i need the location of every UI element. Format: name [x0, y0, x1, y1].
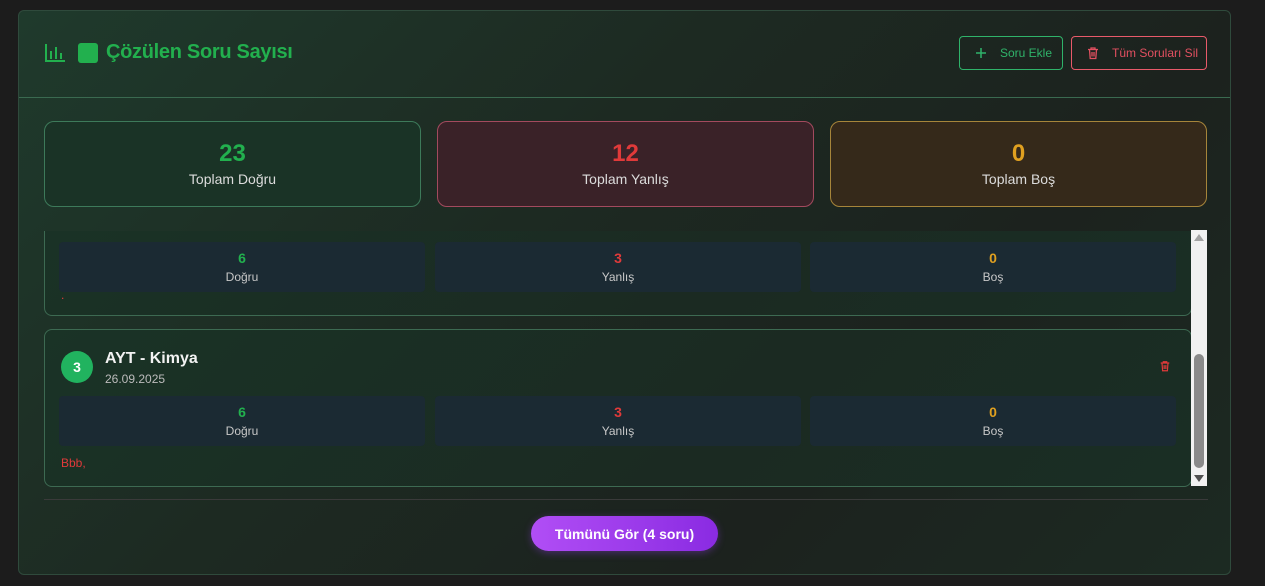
entry-note: . [61, 288, 65, 302]
correct-value: 6 [238, 404, 246, 420]
question-count-panel: Çözülen Soru Sayısı Soru Ekle Tüm Sorula… [18, 10, 1231, 575]
blank-label: Boş [982, 270, 1004, 284]
wrong-metric: 3 Yanlış [435, 396, 801, 446]
panel-header: Çözülen Soru Sayısı Soru Ekle Tüm Sorula… [19, 11, 1230, 98]
bar-chart-icon [45, 43, 65, 62]
blank-value: 0 [989, 250, 997, 266]
add-question-button[interactable]: Soru Ekle [959, 36, 1063, 70]
correct-metric: 6 Doğru [59, 242, 425, 292]
blank-label: Boş [982, 424, 1004, 438]
wrong-value: 3 [614, 404, 622, 420]
delete-all-button[interactable]: Tüm Soruları Sil [1071, 36, 1207, 70]
total-wrong-label: Toplam Yanlış [582, 171, 669, 187]
wrong-label: Yanlış [601, 270, 635, 284]
wrong-value: 3 [614, 250, 622, 266]
blank-value: 0 [989, 404, 997, 420]
total-wrong-card: 12 Toplam Yanlış [437, 121, 814, 207]
entry-index-badge: 3 [61, 351, 93, 383]
total-blank-card: 0 Toplam Boş [830, 121, 1207, 207]
list-item: 3 AYT - Kimya 26.09.2025 6 Doğru 3 Yanlı… [44, 329, 1192, 487]
blank-metric: 0 Boş [810, 242, 1176, 292]
add-question-label: Soru Ekle [1000, 46, 1053, 60]
total-wrong-value: 12 [612, 140, 639, 167]
entry-title: AYT - Kimya [105, 350, 198, 367]
correct-value: 6 [238, 250, 246, 266]
total-correct-card: 23 Toplam Doğru [44, 121, 421, 207]
scrollbar[interactable] [1191, 230, 1207, 486]
total-correct-value: 23 [219, 140, 246, 167]
correct-label: Doğru [225, 270, 259, 284]
page-title: Çözülen Soru Sayısı [106, 41, 293, 63]
plus-icon [976, 48, 986, 58]
scroll-up-arrow-icon[interactable] [1194, 234, 1204, 241]
blank-metric: 0 Boş [810, 396, 1176, 446]
scroll-down-arrow-icon[interactable] [1194, 475, 1204, 482]
trash-icon [1088, 47, 1098, 60]
wrong-metric: 3 Yanlış [435, 242, 801, 292]
total-correct-label: Toplam Doğru [188, 171, 277, 187]
entry-note: Bbb, [61, 456, 86, 470]
delete-entry-icon[interactable] [1159, 360, 1171, 372]
green-square-icon [78, 42, 98, 63]
entry-date: 26.09.2025 [105, 372, 166, 386]
scrollbar-thumb[interactable] [1194, 354, 1204, 468]
wrong-label: Yanlış [601, 424, 635, 438]
view-all-button[interactable]: Tümünü Gör (4 soru) [531, 516, 718, 551]
total-blank-label: Toplam Boş [981, 171, 1056, 187]
correct-metric: 6 Doğru [59, 396, 425, 446]
entries-list[interactable]: 6 Doğru 3 Yanlış 0 Boş . 3 AYT - Kimya 2… [44, 231, 1208, 487]
total-blank-value: 0 [1011, 140, 1026, 167]
correct-label: Doğru [225, 424, 259, 438]
list-item: 6 Doğru 3 Yanlış 0 Boş . [44, 231, 1192, 316]
divider [44, 499, 1208, 500]
delete-all-label: Tüm Soruları Sil [1112, 46, 1199, 60]
